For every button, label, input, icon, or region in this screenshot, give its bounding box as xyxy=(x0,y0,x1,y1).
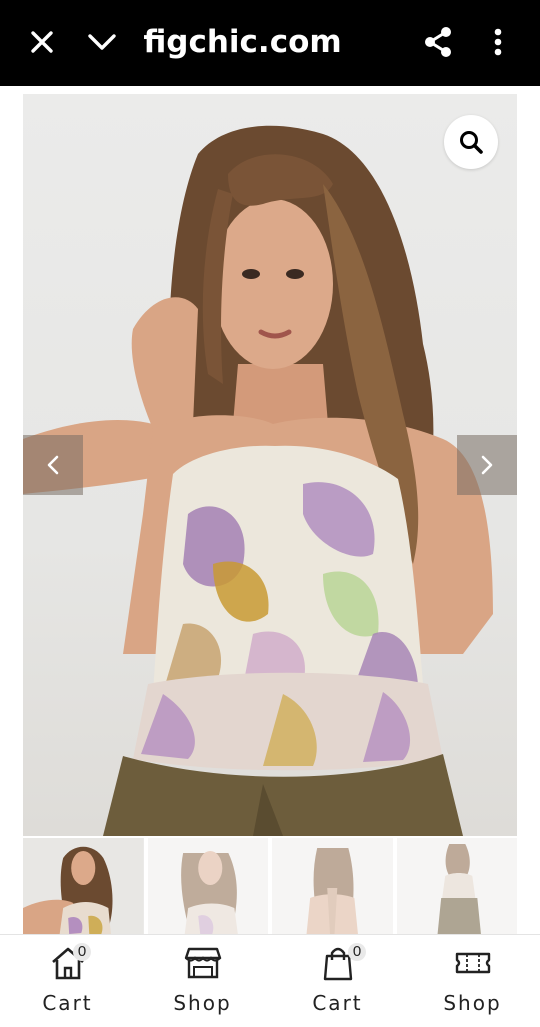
close-icon xyxy=(31,31,53,53)
search-icon xyxy=(460,131,483,154)
thumbnail-image xyxy=(396,838,517,938)
product-image[interactable] xyxy=(23,94,517,836)
thumbnail-2[interactable] xyxy=(147,838,268,938)
thumbnail-strip xyxy=(23,838,517,938)
previous-image-button[interactable] xyxy=(23,435,83,495)
nav-item-shop-ticket[interactable]: Shop xyxy=(405,935,540,1027)
top-app-bar: figchic.com xyxy=(0,0,540,86)
share-icon xyxy=(425,27,451,57)
zoom-button[interactable] xyxy=(444,115,498,169)
close-button[interactable] xyxy=(22,22,62,62)
more-options-button[interactable] xyxy=(478,22,518,62)
collapse-button[interactable] xyxy=(82,22,122,62)
nav-item-label: Shop xyxy=(443,991,502,1015)
share-button[interactable] xyxy=(418,22,458,62)
next-image-button[interactable] xyxy=(457,435,517,495)
thumbnail-1[interactable] xyxy=(23,838,144,938)
model-photo xyxy=(23,125,493,836)
chevron-down-icon xyxy=(88,34,116,50)
nav-item-label: Shop xyxy=(173,991,232,1015)
nav-item-label: Cart xyxy=(312,991,363,1015)
nav-item-label: Cart xyxy=(42,991,93,1015)
thumbnail-3[interactable] xyxy=(272,838,393,938)
nav-item-cart-home[interactable]: 0 Cart xyxy=(0,935,135,1027)
nav-item-cart-bag[interactable]: 0 Cart xyxy=(270,935,405,1027)
chevron-right-icon xyxy=(481,455,493,475)
page-title: figchic.com xyxy=(143,24,342,60)
cart-count-badge: 0 xyxy=(348,943,366,961)
cart-count-badge: 0 xyxy=(73,943,91,961)
thumbnail-image xyxy=(147,838,268,938)
ticket-icon xyxy=(455,952,490,974)
chevron-left-icon xyxy=(47,455,59,475)
store-icon xyxy=(184,947,221,979)
thumbnail-image xyxy=(23,838,144,938)
more-vertical-icon xyxy=(494,28,502,56)
bottom-navigation: 0 Cart Shop 0 Cart Shop xyxy=(0,934,540,1027)
nav-item-shop-store[interactable]: Shop xyxy=(135,935,270,1027)
thumbnail-image xyxy=(272,838,393,938)
thumbnail-4[interactable] xyxy=(396,838,517,938)
